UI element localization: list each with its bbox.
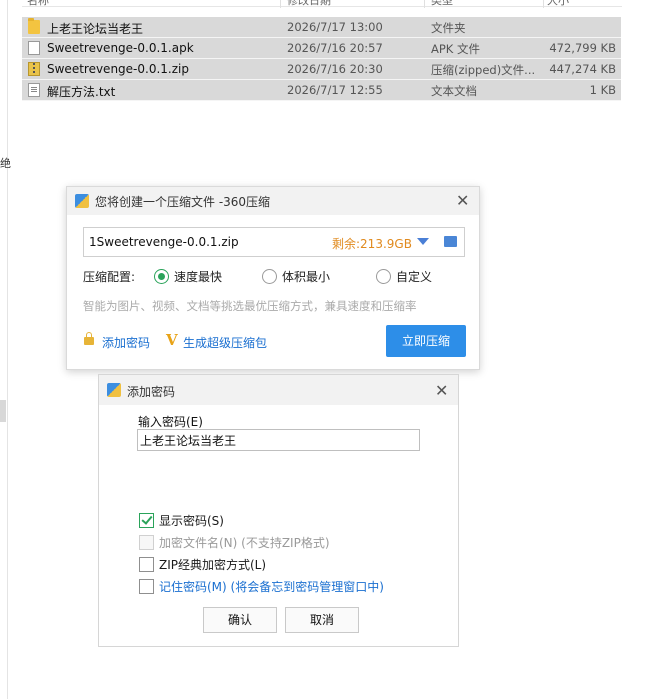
file-size: 1 KB xyxy=(589,83,616,97)
file-name: Sweetrevenge-0.0.1.zip xyxy=(47,62,189,76)
compressor-app-icon xyxy=(75,194,89,208)
dialog-titlebar[interactable]: 您将创建一个压缩文件 -360压缩 ✕ xyxy=(67,187,479,215)
radio-fastest[interactable] xyxy=(154,269,169,284)
file-name: 解压方法.txt xyxy=(47,85,116,99)
disk-remaining-label: 剩余:213.9GB xyxy=(332,237,412,251)
column-header-type[interactable]: 类型 xyxy=(431,0,453,8)
output-path-value[interactable]: 1Sweetrevenge-0.0.1.zip xyxy=(89,235,239,249)
file-date: 2026/7/16 20:57 xyxy=(287,41,383,55)
chevron-down-icon[interactable] xyxy=(417,238,429,245)
encrypt-filenames-label: 加密文件名(N) (不支持ZIP格式) xyxy=(159,536,330,550)
file-type: 文件夹 xyxy=(431,21,466,35)
file-name: 上老王论坛当老王 xyxy=(47,22,144,36)
close-icon[interactable]: ✕ xyxy=(435,381,448,400)
text-file-icon xyxy=(28,83,40,97)
compress-config-label: 压缩配置: xyxy=(83,270,136,284)
dialog-title: 添加密码 xyxy=(127,385,176,399)
option-label-smallest[interactable]: 体积最小 xyxy=(282,268,330,285)
password-input[interactable]: 上老王论坛当老王 xyxy=(137,429,420,451)
vip-icon: V xyxy=(166,331,178,349)
file-type: 压缩(zipped)文件... xyxy=(431,63,536,77)
file-type: APK 文件 xyxy=(431,42,480,56)
file-size: 472,799 KB xyxy=(549,41,616,55)
show-password-checkbox[interactable] xyxy=(139,513,154,528)
show-password-label[interactable]: 显示密码(S) xyxy=(159,512,224,529)
file-row[interactable]: Sweetrevenge-0.0.1.apk 2026/7/16 20:57 A… xyxy=(22,38,621,59)
cancel-button[interactable]: 取消 xyxy=(285,607,359,633)
add-password-dialog: 添加密码 ✕ 输入密码(E) 上老王论坛当老王 显示密码(S) 加密文件名(N)… xyxy=(98,374,459,647)
file-type: 文本文档 xyxy=(431,84,477,98)
zip-file-icon xyxy=(28,62,40,76)
file-date: 2026/7/16 20:30 xyxy=(287,62,383,76)
add-password-link[interactable]: 添加密码 xyxy=(102,334,150,351)
dialog-titlebar[interactable]: 添加密码 ✕ xyxy=(99,375,458,405)
folder-browse-icon[interactable] xyxy=(444,236,457,247)
apk-file-icon xyxy=(28,41,40,55)
file-row[interactable]: 解压方法.txt 2026/7/17 12:55 文本文档 1 KB xyxy=(22,80,621,101)
left-pane-scrollbar[interactable] xyxy=(0,400,6,422)
column-header-date[interactable]: 修改日期 xyxy=(287,0,331,8)
super-pack-link[interactable]: 生成超级压缩包 xyxy=(183,334,267,351)
option-label-fastest[interactable]: 速度最快 xyxy=(174,268,222,285)
file-name: Sweetrevenge-0.0.1.apk xyxy=(47,41,194,55)
left-pane-divider xyxy=(7,0,8,699)
radio-custom[interactable] xyxy=(376,269,391,284)
confirm-button[interactable]: 确认 xyxy=(203,607,277,633)
zip-classic-label[interactable]: ZIP经典加密方式(L) xyxy=(159,556,266,573)
option-label-custom[interactable]: 自定义 xyxy=(396,268,432,285)
file-row[interactable]: Sweetrevenge-0.0.1.zip 2026/7/16 20:30 压… xyxy=(22,59,621,80)
compress-now-button[interactable]: 立即压缩 xyxy=(386,325,466,357)
encrypt-filenames-checkbox xyxy=(139,535,154,550)
column-divider[interactable] xyxy=(424,0,425,8)
close-icon[interactable]: ✕ xyxy=(456,191,469,210)
dialog-title: 您将创建一个压缩文件 -360压缩 xyxy=(95,195,271,209)
file-list-header: 名称 修改日期 类型 大小 xyxy=(22,0,622,7)
column-header-name[interactable]: 名称 xyxy=(27,0,49,8)
remember-password-label[interactable]: 记住密码(M) (将会备忘到密码管理窗口中) xyxy=(159,578,384,595)
remember-password-checkbox[interactable] xyxy=(139,579,154,594)
file-size: 447,274 KB xyxy=(549,62,616,76)
column-divider[interactable] xyxy=(280,0,281,8)
password-label: 输入密码(E) xyxy=(138,415,203,429)
output-path-field[interactable]: 1Sweetrevenge-0.0.1.zip 剩余:213.9GB xyxy=(83,227,465,257)
compress-hint-text: 智能为图片、视频、文档等挑选最优压缩方式，兼具速度和压缩率 xyxy=(83,299,417,313)
zip-classic-checkbox[interactable] xyxy=(139,557,154,572)
compress-dialog: 您将创建一个压缩文件 -360压缩 ✕ 1Sweetrevenge-0.0.1.… xyxy=(66,186,480,370)
file-date: 2026/7/17 12:55 xyxy=(287,83,383,97)
lock-icon xyxy=(84,332,94,345)
file-row[interactable]: 上老王论坛当老王 2026/7/17 13:00 文件夹 xyxy=(22,17,621,38)
compressor-app-icon xyxy=(107,383,121,397)
file-date: 2026/7/17 13:00 xyxy=(287,20,383,34)
radio-smallest[interactable] xyxy=(262,269,277,284)
column-divider[interactable] xyxy=(543,0,544,8)
folder-icon xyxy=(28,18,40,34)
column-header-size[interactable]: 大小 xyxy=(547,0,569,8)
left-pane-text: 绝 xyxy=(0,157,11,170)
